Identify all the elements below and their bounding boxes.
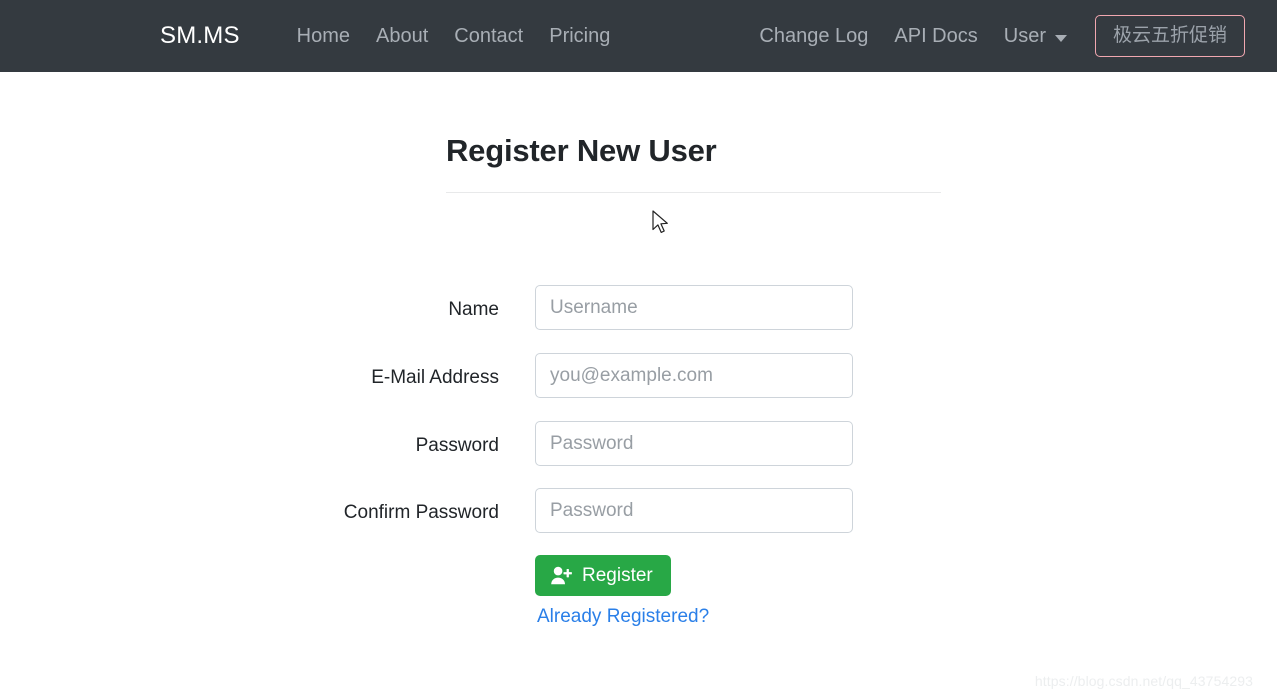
form-row-actions: Register Already Registered? bbox=[338, 555, 941, 626]
nav-link-home[interactable]: Home bbox=[284, 26, 363, 46]
email-field[interactable] bbox=[535, 353, 853, 398]
nav-user-label: User bbox=[1003, 25, 1046, 47]
user-plus-icon bbox=[551, 566, 573, 585]
form-row-password: Password bbox=[338, 421, 941, 466]
nav-links-left: Home About Contact Pricing bbox=[284, 26, 624, 46]
label-email: E-Mail Address bbox=[371, 367, 499, 388]
form-row-email: E-Mail Address bbox=[338, 353, 941, 398]
label-password: Password bbox=[415, 435, 499, 456]
promo-button[interactable]: 极云五折促销 bbox=[1094, 15, 1245, 57]
confirm-password-field[interactable] bbox=[535, 488, 853, 533]
form-row-name: Name bbox=[338, 285, 941, 330]
nav-links-right: Change Log API Docs User 极云五折促销 bbox=[746, 15, 1245, 57]
watermark-text: https://blog.csdn.net/qq_43754293 bbox=[1034, 673, 1253, 689]
label-confirm-password: Confirm Password bbox=[343, 502, 499, 523]
nav-user-dropdown[interactable]: User bbox=[991, 26, 1077, 46]
already-registered-link[interactable]: Already Registered? bbox=[535, 607, 709, 626]
chevron-down-icon bbox=[1054, 34, 1067, 42]
name-field[interactable] bbox=[535, 285, 853, 330]
nav-link-about[interactable]: About bbox=[363, 26, 441, 46]
password-field[interactable] bbox=[535, 421, 853, 466]
mouse-pointer-icon bbox=[652, 210, 672, 238]
register-card: Register New User Name E-Mail Address Pa… bbox=[344, 132, 941, 626]
main-navbar: SM.MS Home About Contact Pricing Change … bbox=[0, 0, 1277, 72]
register-button-label: Register bbox=[582, 565, 653, 586]
nav-link-change-log[interactable]: Change Log bbox=[746, 26, 881, 46]
label-name: Name bbox=[448, 299, 499, 320]
nav-link-contact[interactable]: Contact bbox=[441, 26, 536, 46]
page-body: Register New User Name E-Mail Address Pa… bbox=[0, 72, 1277, 697]
form-row-confirm-password: Confirm Password bbox=[338, 488, 941, 533]
actions-body: Register Already Registered? bbox=[535, 555, 709, 626]
nav-link-pricing[interactable]: Pricing bbox=[536, 26, 623, 46]
nav-link-api-docs[interactable]: API Docs bbox=[881, 26, 990, 46]
title-divider bbox=[446, 192, 941, 194]
register-button[interactable]: Register bbox=[535, 555, 671, 596]
brand-logo[interactable]: SM.MS bbox=[160, 24, 240, 48]
page-title: Register New User bbox=[446, 133, 717, 168]
